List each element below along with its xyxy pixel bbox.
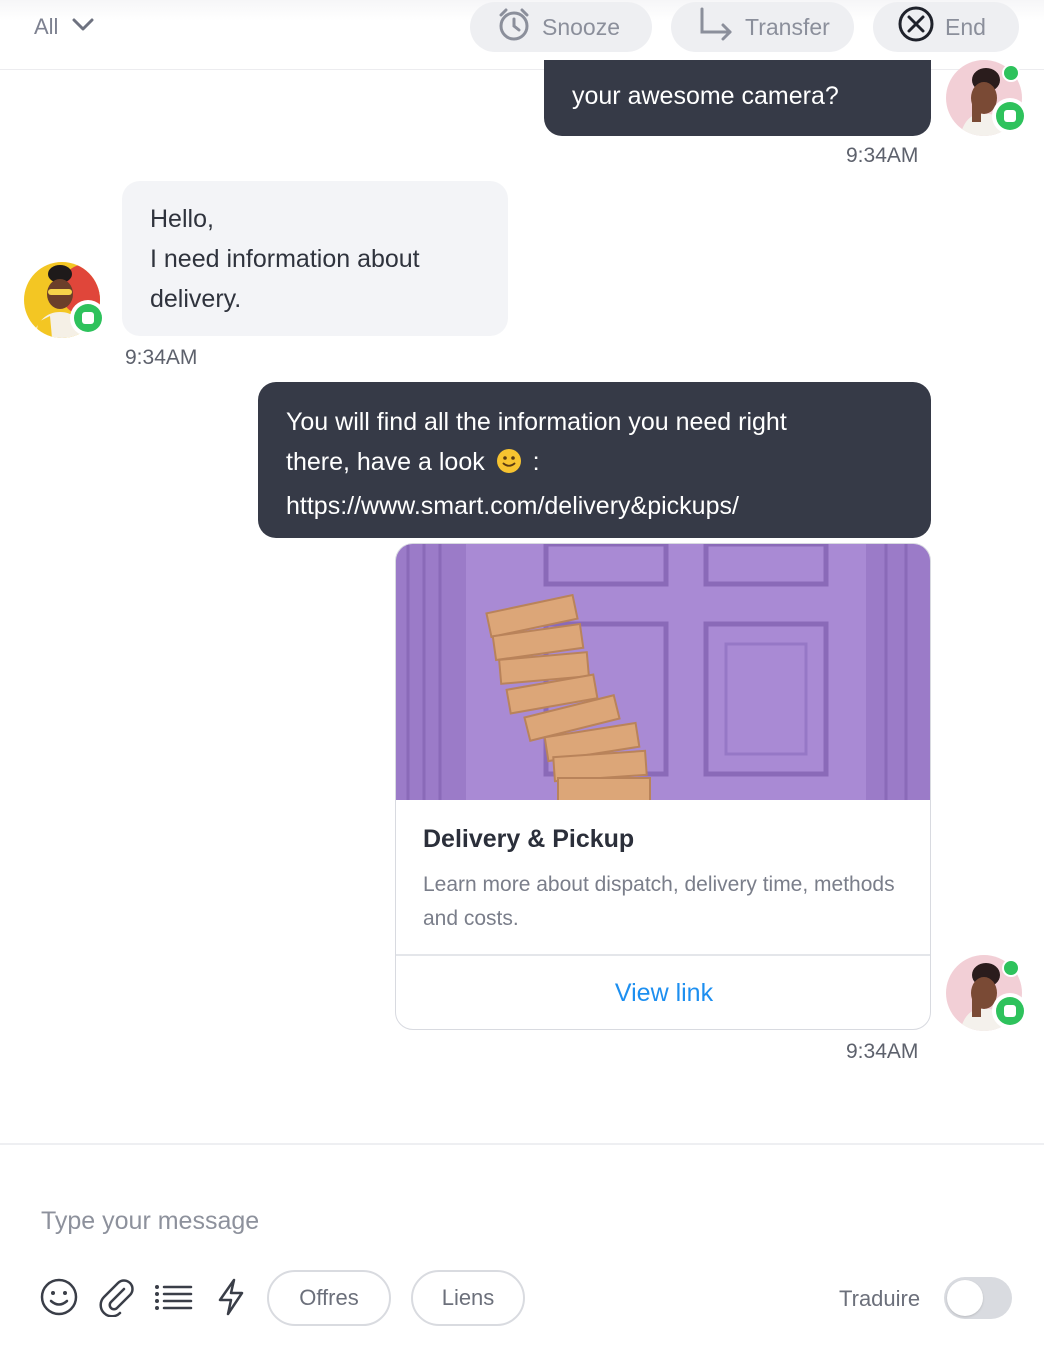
attach-file-button[interactable] (95, 1278, 137, 1320)
smiley-emoji-icon (496, 446, 522, 486)
delivery-preview-image (396, 544, 930, 803)
message-input[interactable]: Type your message (41, 1207, 259, 1236)
agent-message-bubble: your awesome camera? (544, 60, 931, 136)
agent-avatar (946, 955, 1028, 1031)
customer-avatar (24, 262, 106, 338)
emoji-picker-button[interactable] (38, 1278, 80, 1320)
transfer-label: Transfer (745, 13, 830, 40)
message-text: your awesome camera? (572, 82, 839, 110)
agent-message-bubble: You will find all the information you ne… (258, 382, 931, 538)
snooze-button[interactable]: Snooze (470, 2, 652, 52)
message-line: Hello, (150, 205, 214, 233)
paperclip-icon (96, 1277, 136, 1322)
transfer-button[interactable]: Transfer (671, 2, 854, 52)
message-url[interactable]: https://www.smart.com/delivery&pickups/ (286, 486, 903, 526)
close-circle-icon (897, 5, 935, 49)
filter-label: All (34, 14, 59, 39)
liens-chip[interactable]: Liens (411, 1270, 525, 1326)
card-title: Delivery & Pickup (423, 825, 635, 853)
chevron-down-icon (72, 18, 94, 37)
customer-message-bubble: Hello, I need information about delivery… (122, 181, 508, 336)
list-icon (153, 1277, 193, 1322)
chat-channel-icon (992, 98, 1028, 134)
lightning-bolt-icon (211, 1277, 251, 1322)
message-timestamp: 9:34AM (846, 144, 919, 167)
message-line-with-emoji: there, have a look : (286, 442, 903, 486)
card-description: Learn more about dispatch, delivery time… (423, 873, 895, 930)
quick-actions-button[interactable] (210, 1278, 252, 1320)
end-label: End (945, 13, 986, 40)
chat-channel-icon (70, 300, 106, 336)
link-preview-card: Delivery & Pickup Learn more about dispa… (395, 543, 931, 1030)
canned-list-button[interactable] (152, 1278, 194, 1320)
smiley-icon (39, 1277, 79, 1322)
snooze-label: Snooze (542, 13, 621, 40)
agent-avatar (946, 60, 1028, 136)
offres-chip[interactable]: Offres (267, 1270, 391, 1326)
message-line: I need information about (150, 245, 420, 273)
message-line: delivery. (150, 285, 242, 313)
message-timestamp: 9:34AM (125, 346, 198, 369)
transfer-arrow-icon (697, 6, 735, 48)
message-timestamp: 9:34AM (846, 1040, 919, 1063)
end-conversation-button[interactable]: End (873, 2, 1019, 52)
translate-toggle[interactable] (944, 1277, 1012, 1319)
composer-divider (0, 1143, 1044, 1145)
online-indicator (1002, 959, 1020, 977)
view-link-button[interactable]: View link (396, 956, 930, 1029)
translate-label: Traduire (839, 1286, 921, 1311)
online-indicator (1002, 64, 1020, 82)
message-line: You will find all the information you ne… (286, 408, 787, 436)
alarm-clock-icon (496, 6, 532, 48)
chat-channel-icon (992, 993, 1028, 1029)
conversation-filter-dropdown[interactable]: All (34, 12, 94, 42)
